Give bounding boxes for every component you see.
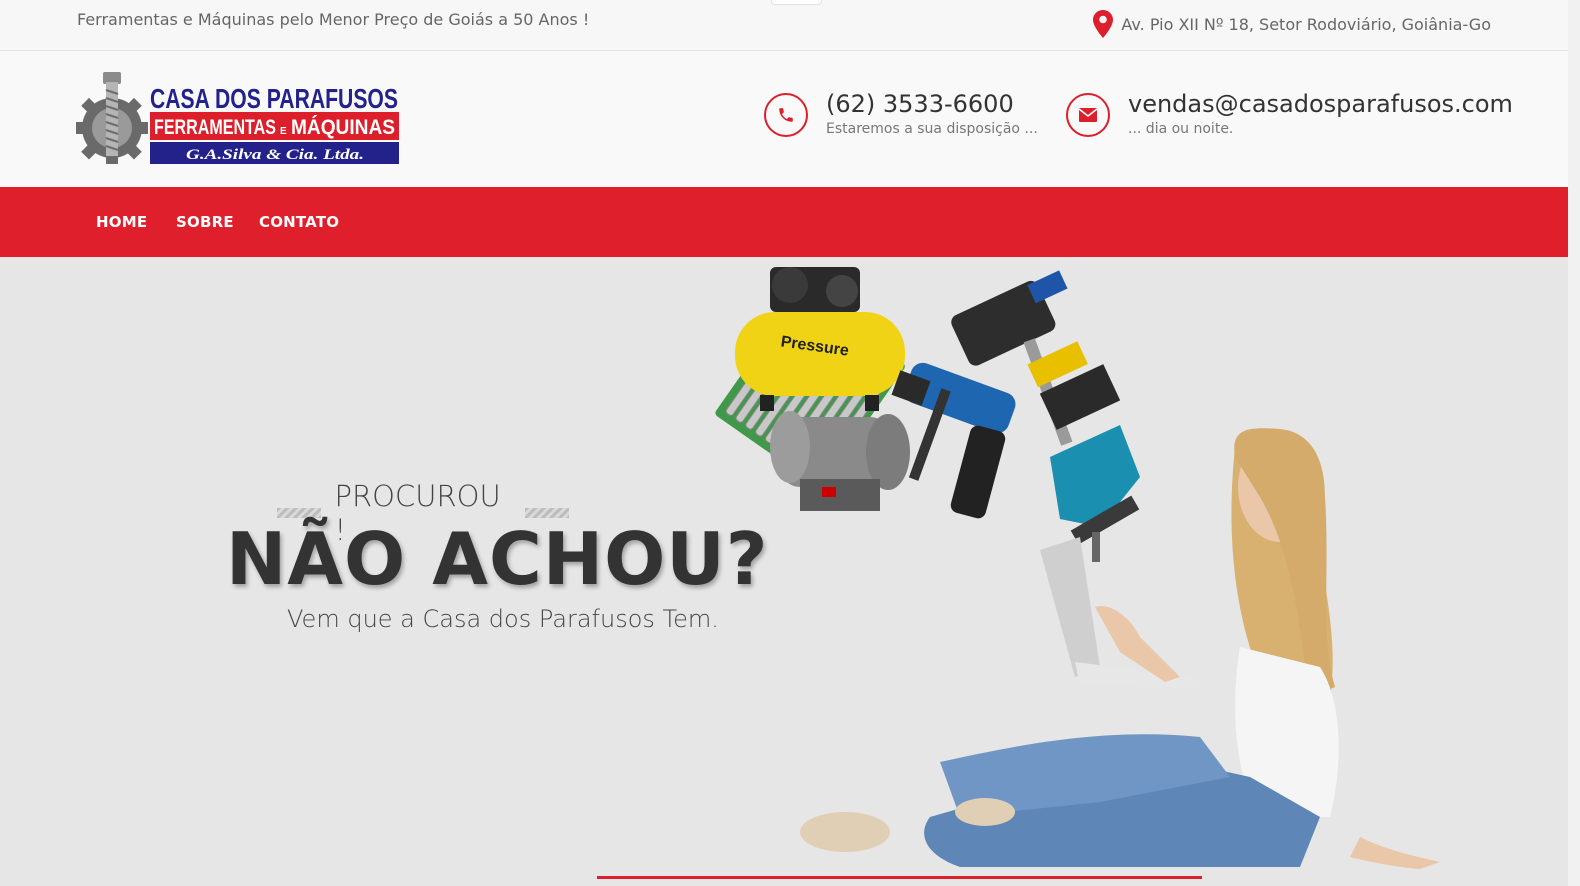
- hero-banner: Pressure PROCUROU ! NÃO ACHOU? Vem que a…: [0, 257, 1568, 886]
- air-compressor-image: Pressure: [735, 267, 905, 411]
- main-nav: HOME SOBRE CONTATO: [0, 187, 1568, 257]
- contact-email[interactable]: vendas@casadosparafusos.com ... dia ou n…: [1066, 90, 1513, 137]
- email-note: ... dia ou noite.: [1128, 121, 1234, 137]
- address: Av. Pio XII Nº 18, Setor Rodoviário, Goi…: [1093, 10, 1491, 38]
- hero-subtitle: Vem que a Casa dos Parafusos Tem.: [287, 605, 719, 633]
- bench-grinder-image: [770, 411, 910, 511]
- site-logo[interactable]: CASA DOS PARAFUSOS FERRAMENTAS E MÁQUINA…: [76, 70, 400, 171]
- gear-icon: [76, 72, 148, 164]
- phone-icon: [764, 93, 808, 137]
- logo-line3: G.A.Silva & Cia. Ltda.: [186, 147, 364, 163]
- nav-contato[interactable]: CONTATO: [259, 213, 339, 231]
- logo-line1: CASA DOS PARAFUSOS: [150, 83, 398, 114]
- hero-title: NÃO ACHOU?: [226, 517, 769, 601]
- jigsaw-image: [1050, 425, 1140, 562]
- header: CASA DOS PARAFUSOS FERRAMENTAS E MÁQUINA…: [0, 51, 1580, 187]
- map-pin-icon: [1093, 10, 1114, 38]
- tagline: Ferramentas e Máquinas pelo Menor Preço …: [77, 10, 590, 29]
- phone-number[interactable]: (62) 3533-6600: [826, 90, 1038, 118]
- envelope-icon: [1066, 93, 1110, 137]
- hammer-drill-image: [891, 362, 1016, 519]
- phone-note: Estaremos a sua disposição ...: [826, 121, 1038, 137]
- contact-phone[interactable]: (62) 3533-6600 Estaremos a sua disposiçã…: [764, 90, 1038, 137]
- nav-home[interactable]: HOME: [96, 213, 147, 231]
- address-text: Av. Pio XII Nº 18, Setor Rodoviário, Goi…: [1121, 14, 1491, 34]
- hero-bottom-accent-line: [597, 876, 1202, 879]
- top-tab-handle[interactable]: [771, 0, 822, 5]
- logo-line2a: FERRAMENTAS: [154, 116, 276, 139]
- logo-line2c: MÁQUINAS: [291, 116, 395, 139]
- top-bar: Ferramentas e Máquinas pelo Menor Preço …: [0, 0, 1580, 51]
- logo-line2b: E: [280, 126, 287, 137]
- nav-sobre[interactable]: SOBRE: [176, 213, 234, 231]
- email-address[interactable]: vendas@casadosparafusos.com: [1128, 90, 1513, 118]
- page-scrollbar[interactable]: [1568, 0, 1580, 886]
